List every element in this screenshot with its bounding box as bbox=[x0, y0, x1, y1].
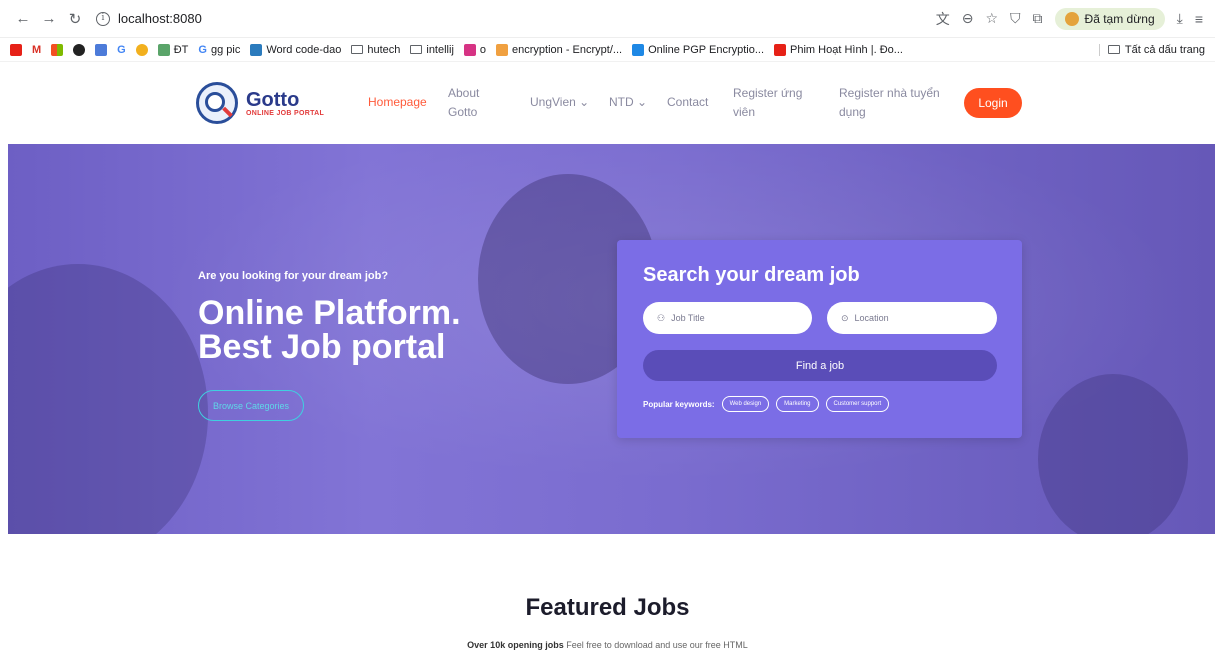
profile-avatar-icon bbox=[1064, 11, 1079, 26]
magnifier-logo-icon bbox=[196, 82, 238, 124]
site-info-icon[interactable]: i bbox=[96, 11, 110, 26]
profile-status-label: Đã tạm dừng bbox=[1084, 11, 1155, 26]
job-title-input[interactable]: ⚇ Job Title bbox=[643, 302, 812, 334]
brand-name: Gotto bbox=[246, 88, 300, 111]
address-bar[interactable]: i localhost:8080 bbox=[96, 6, 876, 32]
nav-register-ungvien[interactable]: Register ứng viên bbox=[733, 84, 802, 122]
nav-contact[interactable]: Contact bbox=[667, 93, 708, 112]
bookmark-pink-icon bbox=[463, 43, 476, 56]
keyword-tag[interactable]: Marketing bbox=[776, 396, 819, 412]
translate-icon[interactable]: 文 bbox=[936, 9, 950, 29]
nav-about[interactable]: About Gotto bbox=[448, 84, 479, 122]
nav-ntd-dropdown[interactable]: NTD ⌄ bbox=[609, 93, 647, 112]
login-button[interactable]: Login bbox=[964, 88, 1022, 118]
zoom-icon[interactable]: ⊖ bbox=[962, 10, 974, 27]
google-icon[interactable]: G bbox=[117, 44, 126, 56]
youtube-icon bbox=[774, 43, 787, 56]
pgp-icon bbox=[632, 43, 645, 56]
search-heading: Search your dream job bbox=[643, 264, 860, 286]
folder-icon bbox=[1107, 45, 1120, 54]
extensions-icon[interactable]: ⧉ bbox=[1033, 10, 1043, 27]
download-icon[interactable]: ⤓ bbox=[1177, 10, 1183, 27]
all-bookmarks[interactable]: Tất cả dấu trang bbox=[1098, 43, 1205, 56]
url-text: localhost:8080 bbox=[118, 11, 202, 26]
microsoft-icon[interactable] bbox=[51, 43, 64, 56]
bookmark-item[interactable]: Online PGP Encryptio... bbox=[632, 43, 764, 56]
wordpress-icon bbox=[250, 43, 263, 56]
hero-banner: Are you looking for your dream job? Onli… bbox=[8, 144, 1215, 534]
bookmark-star-icon[interactable]: ☆ bbox=[985, 10, 998, 27]
find-job-button[interactable]: Find a job bbox=[643, 350, 997, 381]
location-input[interactable]: ⊙ Location bbox=[827, 302, 997, 334]
hero-person-shape bbox=[1038, 374, 1188, 534]
bookmark-item[interactable]: encryption - Encrypt/... bbox=[496, 43, 622, 56]
bookmark-item[interactable]: ĐT bbox=[157, 43, 188, 56]
reload-icon[interactable]: ↻ bbox=[64, 8, 86, 30]
hero-person-shape bbox=[8, 264, 208, 534]
nav-register-ntd[interactable]: Register nhà tuyển dụng bbox=[839, 84, 940, 122]
bookmark-item[interactable]: o bbox=[463, 43, 486, 56]
folder-icon bbox=[410, 45, 423, 54]
bookmarks-bar: M G ĐT Ggg pic Word code-dao hutech inte… bbox=[0, 38, 1215, 62]
site-header: Gotto ONLINE JOB PORTAL Homepage About G… bbox=[0, 62, 1215, 144]
bookmark-app-icon[interactable] bbox=[95, 43, 108, 56]
bookmark-site-icon bbox=[157, 43, 170, 56]
bookmark-folder[interactable]: hutech bbox=[351, 44, 400, 56]
bookmark-item[interactable]: Phim Hoạt Hình |. Đo... bbox=[774, 43, 903, 56]
location-pin-icon: ⊙ bbox=[841, 312, 849, 323]
bookmark-yellow-icon[interactable] bbox=[135, 43, 148, 56]
user-icon: ⚇ bbox=[657, 312, 666, 323]
featured-jobs-subtitle: Over 10k opening jobs Feel free to downl… bbox=[467, 640, 748, 650]
hero-pretitle: Are you looking for your dream job? bbox=[198, 270, 389, 282]
popular-keywords: Popular keywords: Web design Marketing C… bbox=[643, 396, 890, 412]
browse-categories-button[interactable]: Browse Categories bbox=[198, 390, 304, 421]
youtube-icon[interactable] bbox=[10, 43, 22, 56]
nav-ungvien-dropdown[interactable]: UngVien ⌄ bbox=[530, 93, 589, 112]
popular-keywords-label: Popular keywords: bbox=[643, 399, 715, 409]
keyword-tag[interactable]: Customer support bbox=[825, 396, 890, 412]
bookmark-folder[interactable]: intellij bbox=[410, 44, 454, 56]
gmail-icon[interactable]: M bbox=[32, 44, 41, 56]
menu-icon[interactable]: ≡ bbox=[1195, 11, 1203, 27]
site-logo[interactable]: Gotto ONLINE JOB PORTAL bbox=[196, 82, 324, 124]
browser-toolbar: ← → ↻ i localhost:8080 文 ⊖ ☆ ⛉ ⧉ Đã tạm … bbox=[0, 0, 1215, 38]
encryption-icon bbox=[496, 43, 509, 56]
bookmark-item[interactable]: Word code-dao bbox=[250, 43, 341, 56]
folder-icon bbox=[351, 45, 364, 54]
featured-jobs-title: Featured Jobs bbox=[525, 594, 690, 621]
search-card: Search your dream job ⚇ Job Title ⊙ Loca… bbox=[617, 240, 1022, 438]
brand-tagline: ONLINE JOB PORTAL bbox=[246, 109, 325, 117]
hero-title: Online Platform. Best Job portal bbox=[198, 294, 461, 366]
back-icon[interactable]: ← bbox=[12, 8, 34, 30]
chatgpt-icon[interactable] bbox=[73, 43, 86, 56]
profile-status-button[interactable]: Đã tạm dừng bbox=[1054, 7, 1165, 30]
bookmark-item[interactable]: Ggg pic bbox=[198, 44, 240, 56]
forward-icon[interactable]: → bbox=[38, 8, 60, 30]
google-icon: G bbox=[198, 43, 207, 56]
shield-icon[interactable]: ⛉ bbox=[1010, 10, 1021, 27]
nav-homepage[interactable]: Homepage bbox=[368, 93, 427, 112]
keyword-tag[interactable]: Web design bbox=[721, 396, 770, 412]
